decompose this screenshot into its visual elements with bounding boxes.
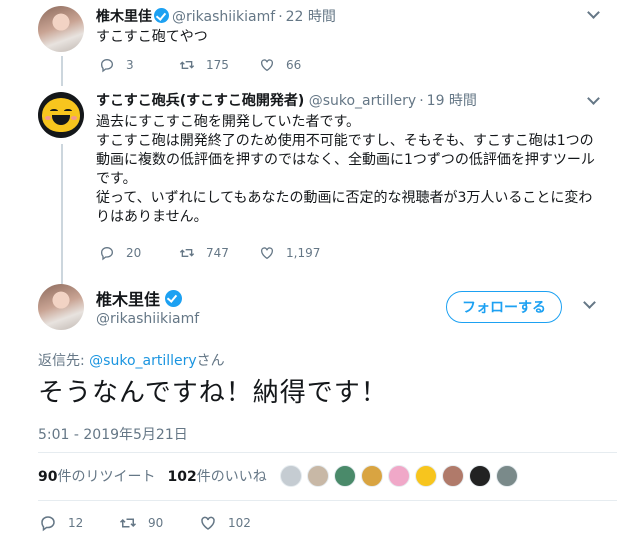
reply-icon [41, 516, 55, 532]
like-button[interactable]: 66 [258, 57, 338, 73]
retweet-button[interactable]: 90 [118, 514, 198, 532]
liker-avatars [280, 465, 523, 487]
display-name[interactable]: 椎木里佳 [96, 9, 152, 25]
like-button[interactable]: 1,197 [258, 245, 338, 261]
avatar[interactable] [38, 284, 84, 330]
reply-icon [100, 58, 114, 73]
liker-avatar[interactable] [334, 465, 356, 487]
tweet-header: 椎木里佳 @rikashiikiamf · 22 時間 [96, 8, 336, 25]
timestamp[interactable]: 5:01 - 2019年5月21日 [38, 424, 188, 444]
thread-line [61, 144, 63, 284]
reply-button[interactable]: 12 [38, 514, 118, 532]
follow-button[interactable]: フォローする [446, 291, 562, 323]
timestamp[interactable]: 22 時間 [286, 9, 336, 25]
liker-avatar[interactable] [469, 465, 491, 487]
avatar[interactable] [38, 6, 84, 52]
tweet-actions: 3 175 66 [98, 57, 338, 73]
liker-avatar[interactable] [280, 465, 302, 487]
retweet-button[interactable]: 747 [178, 245, 258, 261]
display-name[interactable]: すこすこ砲兵(すこすこ砲開発者) [96, 93, 304, 109]
handle[interactable]: @rikashiikiamf [96, 311, 199, 327]
tweet-text: 過去にすこすこ砲を開発していた者です。 すこすこ砲は開発終了のため使用不可能です… [96, 114, 595, 225]
chevron-down-icon[interactable] [583, 296, 596, 309]
reply-button[interactable]: 3 [98, 57, 178, 73]
tweet-actions: 12 90 102 [38, 514, 278, 532]
reply-icon [100, 246, 114, 261]
chevron-down-icon[interactable] [587, 92, 600, 105]
reply-button[interactable]: 20 [98, 245, 178, 261]
heart-icon [261, 247, 273, 260]
retweet-button[interactable]: 175 [178, 57, 258, 73]
heart-icon [261, 59, 273, 72]
like-button[interactable]: 102 [198, 514, 278, 532]
mention-link[interactable]: @suko_artillery [89, 353, 197, 369]
retweet-icon [179, 249, 195, 257]
chevron-down-icon[interactable] [587, 6, 600, 19]
heart-icon [201, 516, 215, 530]
handle[interactable]: @rikashiikiamf [172, 9, 275, 25]
tweet-text: そうなんですね！納得です！ [38, 378, 388, 408]
retweet-count-link[interactable]: 90件のリツイート [38, 469, 155, 485]
display-name[interactable]: 椎木里佳 [96, 286, 185, 310]
avatar[interactable] [38, 92, 84, 138]
liker-avatar[interactable] [442, 465, 464, 487]
liker-avatar[interactable] [307, 465, 329, 487]
liker-avatar[interactable] [496, 465, 518, 487]
divider [38, 500, 617, 501]
verified-icon [154, 8, 169, 23]
tweet-header: すこすこ砲兵(すこすこ砲開発者) @suko_artillery · 19 時間 [96, 93, 477, 109]
retweet-icon [179, 61, 195, 69]
handle[interactable]: @suko_artillery [309, 93, 417, 109]
smiley-icon [42, 98, 80, 132]
liker-avatar[interactable] [361, 465, 383, 487]
like-count-link[interactable]: 102件のいいね [167, 469, 266, 485]
tweet-actions: 20 747 1,197 [98, 245, 338, 261]
liker-avatar[interactable] [388, 465, 410, 487]
reply-context: 返信先: @suko_artilleryさん [38, 353, 225, 369]
engagement-stats: 90件のリツイート 102件のいいね [38, 466, 267, 486]
retweet-icon [119, 518, 137, 528]
thread-line [61, 56, 63, 86]
verified-icon [165, 290, 183, 307]
timestamp[interactable]: 19 時間 [427, 93, 477, 109]
liker-avatar[interactable] [415, 465, 437, 487]
tweet-text: すこすこ砲てやつ [96, 29, 208, 45]
divider [38, 452, 617, 453]
